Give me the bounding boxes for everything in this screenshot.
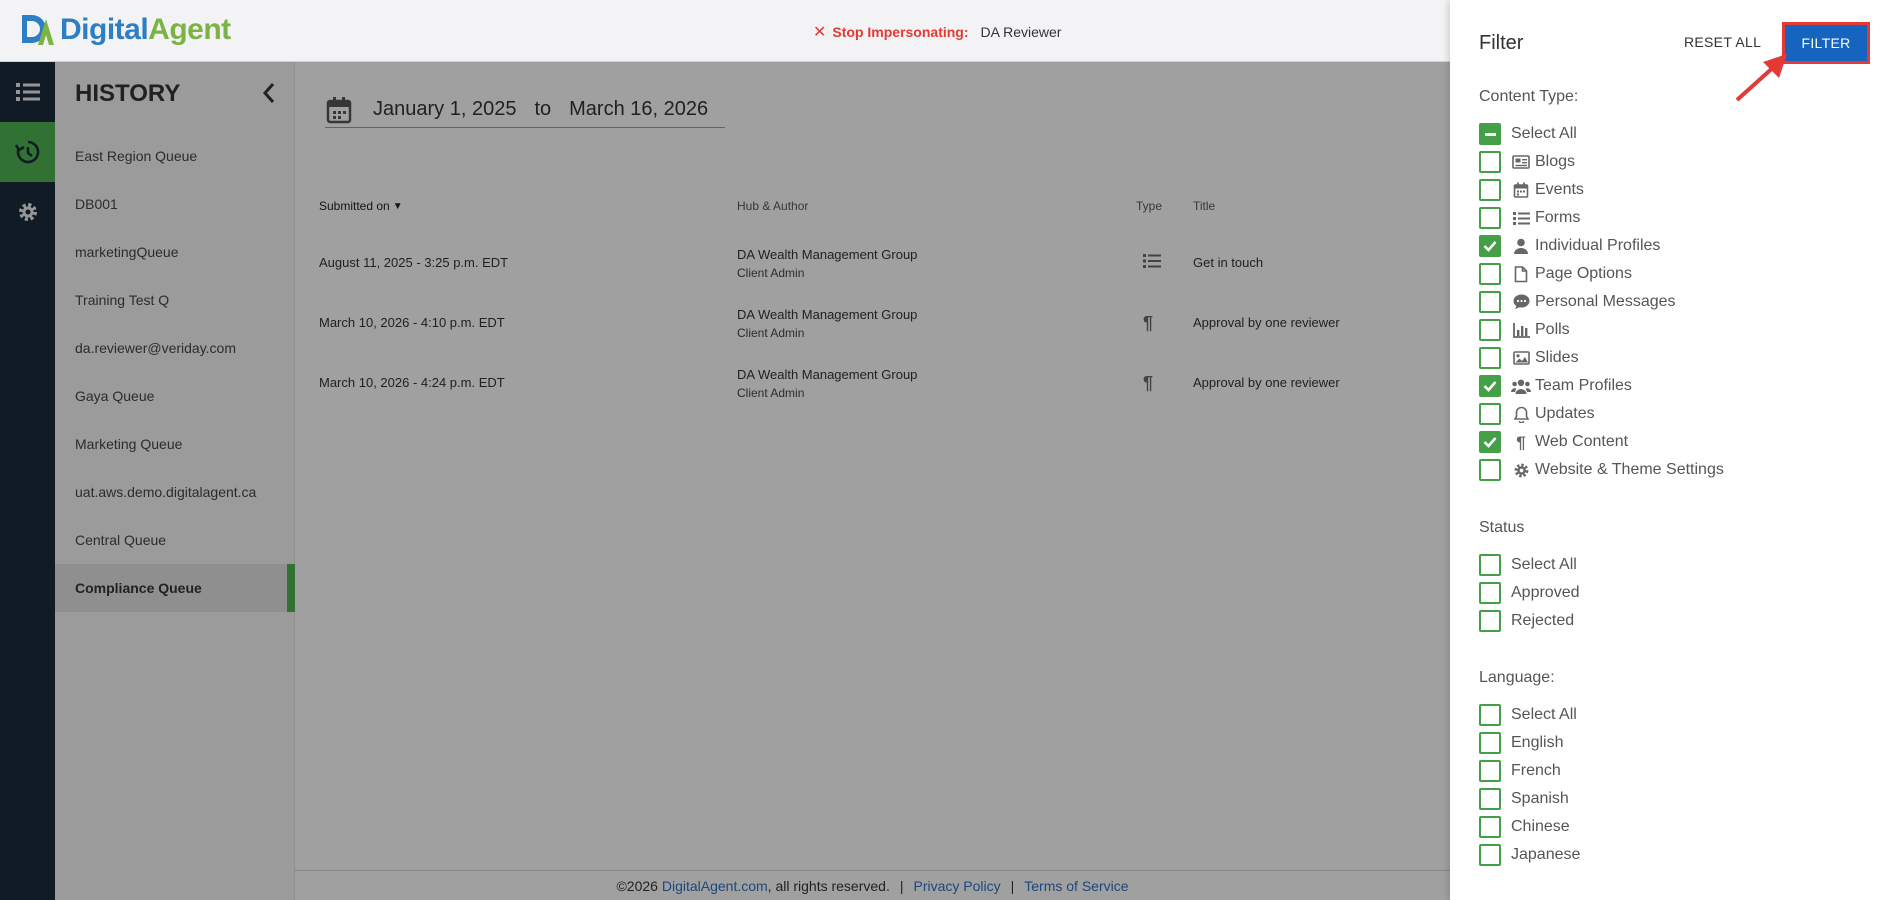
filter-option[interactable]: Events: [1479, 179, 1584, 201]
filter-title: Filter: [1479, 32, 1524, 54]
list-icon: [1511, 209, 1531, 227]
filter-option-label: English: [1511, 734, 1564, 751]
filter-checkbox[interactable]: [1479, 375, 1501, 397]
filter-option-label: Updates: [1535, 405, 1595, 422]
logo[interactable]: DigitalAgent: [18, 10, 231, 50]
filter-option[interactable]: French: [1479, 760, 1561, 782]
filter-option[interactable]: Blogs: [1479, 151, 1575, 173]
logo-text-digital: Digital: [60, 13, 149, 46]
filter-option[interactable]: Page Options: [1479, 263, 1632, 285]
status-label: Status: [1479, 519, 1525, 536]
content-type-label: Content Type:: [1479, 88, 1579, 105]
filter-checkbox[interactable]: [1479, 207, 1501, 229]
filter-drawer: Filter RESET ALL FILTER Content Type: Se…: [1450, 0, 1890, 900]
filter-option-label: Approved: [1511, 584, 1580, 601]
filter-option[interactable]: Updates: [1479, 403, 1595, 425]
filter-option[interactable]: English: [1479, 732, 1563, 754]
filter-option-label: Page Options: [1535, 265, 1632, 282]
logo-mark-icon: [22, 15, 54, 45]
filter-option-label: Personal Messages: [1535, 293, 1676, 310]
filter-checkbox[interactable]: [1479, 291, 1501, 313]
filter-option[interactable]: Approved: [1479, 582, 1580, 604]
calendar-icon: [1511, 181, 1531, 199]
bar-chart-icon: [1511, 321, 1531, 339]
filter-checkbox[interactable]: [1479, 263, 1501, 285]
filter-option[interactable]: ¶ Web Content: [1479, 431, 1628, 453]
filter-option-label: Select All: [1511, 556, 1577, 573]
filter-checkbox[interactable]: [1479, 347, 1501, 369]
chat-icon: [1511, 293, 1531, 311]
filter-option-label: Team Profiles: [1535, 377, 1632, 394]
filter-option[interactable]: Select All: [1479, 554, 1577, 576]
filter-checkbox[interactable]: [1479, 459, 1501, 481]
filter-option-label: Select All: [1511, 125, 1577, 142]
filter-checkbox[interactable]: [1479, 151, 1501, 173]
filter-option[interactable]: Team Profiles: [1479, 375, 1632, 397]
filter-option[interactable]: Chinese: [1479, 816, 1570, 838]
filter-checkbox[interactable]: [1479, 788, 1501, 810]
impersonate-name: DA Reviewer: [980, 24, 1062, 40]
stop-impersonating[interactable]: ✕ Stop Impersonating: DA Reviewer: [813, 22, 1061, 42]
logo-text-agent: Agent: [148, 13, 231, 46]
filter-option[interactable]: Rejected: [1479, 610, 1574, 632]
filter-option-label: Individual Profiles: [1535, 237, 1661, 254]
filter-option[interactable]: Slides: [1479, 347, 1579, 369]
filter-option-label: Web Content: [1535, 433, 1629, 450]
filter-option-label: Events: [1535, 181, 1584, 198]
filter-checkbox[interactable]: [1479, 610, 1501, 632]
impersonate-label[interactable]: Stop Impersonating:: [832, 24, 968, 40]
filter-checkbox[interactable]: [1479, 704, 1501, 726]
filter-option[interactable]: Select All: [1479, 704, 1577, 726]
image-icon: [1511, 349, 1531, 367]
filter-checkbox[interactable]: [1479, 403, 1501, 425]
filter-apply-button[interactable]: FILTER: [1782, 22, 1870, 64]
modal-overlay[interactable]: [0, 62, 1450, 900]
filter-option-label: Polls: [1535, 321, 1570, 338]
filter-checkbox[interactable]: [1479, 554, 1501, 576]
filter-option[interactable]: Spanish: [1479, 788, 1569, 810]
filter-checkbox[interactable]: [1479, 319, 1501, 341]
filter-option-label: Select All: [1511, 706, 1577, 723]
filter-checkbox[interactable]: [1479, 816, 1501, 838]
paragraph-icon: ¶: [1516, 432, 1526, 452]
filter-option-label: Japanese: [1511, 846, 1581, 863]
filter-checkbox[interactable]: [1479, 732, 1501, 754]
filter-option-label: Slides: [1535, 349, 1579, 366]
file-icon: [1511, 265, 1531, 283]
people-icon: [1511, 377, 1531, 395]
filter-option[interactable]: Select All: [1479, 123, 1577, 145]
filter-option[interactable]: Personal Messages: [1479, 291, 1676, 313]
filter-checkbox[interactable]: [1479, 431, 1501, 453]
person-icon: [1511, 237, 1531, 255]
filter-option-label: Chinese: [1511, 818, 1570, 835]
reset-all-button[interactable]: RESET ALL: [1684, 34, 1761, 50]
bell-icon: [1511, 405, 1531, 423]
filter-option[interactable]: Forms: [1479, 207, 1580, 229]
logo-text: DigitalAgent: [60, 13, 231, 47]
filter-option[interactable]: Website & Theme Settings: [1479, 459, 1724, 481]
filter-option[interactable]: Polls: [1479, 319, 1570, 341]
filter-checkbox[interactable]: [1479, 582, 1501, 604]
newspaper-icon: [1511, 153, 1531, 171]
filter-checkbox[interactable]: [1479, 844, 1501, 866]
filter-option-label: Blogs: [1535, 153, 1576, 170]
filter-option[interactable]: Individual Profiles: [1479, 235, 1660, 257]
gear-icon: [1511, 461, 1531, 479]
filter-checkbox[interactable]: [1479, 760, 1501, 782]
filter-checkbox[interactable]: [1479, 123, 1501, 145]
filter-option-label: Website & Theme Settings: [1535, 461, 1724, 478]
annotation-arrow-icon: [1735, 54, 1787, 102]
filter-option-label: French: [1511, 762, 1561, 779]
language-label: Language:: [1479, 669, 1555, 686]
close-icon[interactable]: ✕: [813, 22, 826, 42]
filter-option-label: Forms: [1535, 209, 1581, 226]
filter-checkbox[interactable]: [1479, 235, 1501, 257]
filter-option-label: Spanish: [1511, 790, 1569, 807]
filter-option[interactable]: Japanese: [1479, 844, 1580, 866]
filter-option-label: Rejected: [1511, 612, 1575, 629]
filter-checkbox[interactable]: [1479, 179, 1501, 201]
